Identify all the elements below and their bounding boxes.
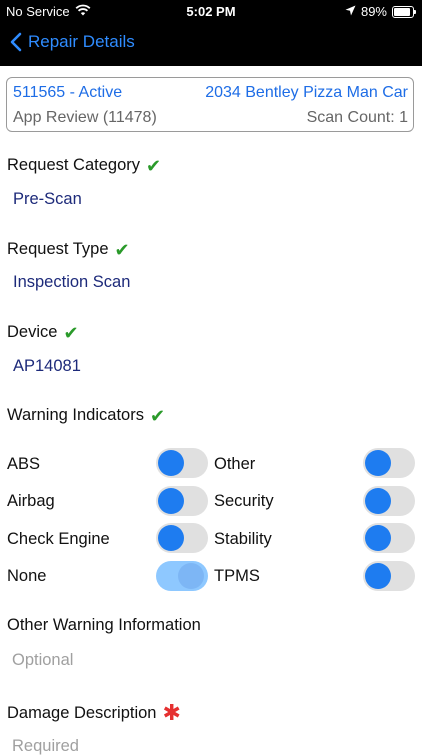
none-toggle[interactable]	[156, 561, 208, 591]
damage-description-input[interactable]: Required	[12, 737, 79, 756]
device-label: Device ✔	[7, 323, 79, 342]
request-category-title: Request Category	[7, 156, 140, 174]
back-button[interactable]: Repair Details	[10, 32, 135, 52]
battery-percent: 89%	[360, 4, 387, 19]
repair-summary-box: 511565 - Active 2034 Bentley Pizza Man C…	[6, 77, 414, 132]
device-title: Device	[7, 323, 58, 341]
back-label: Repair Details	[28, 32, 135, 51]
vehicle-name[interactable]: 2034 Bentley Pizza Man Car	[205, 84, 408, 102]
warning-indicators-label: Warning Indicators ✔	[7, 406, 165, 425]
request-type-label: Request Type ✔	[7, 240, 130, 259]
status-bar: No Service 5:02 PM 89%	[0, 0, 422, 22]
checkmark-icon: ✔	[146, 155, 162, 176]
stability-toggle[interactable]	[363, 523, 415, 553]
summary-top-row: 511565 - Active 2034 Bentley Pizza Man C…	[13, 84, 408, 102]
damage-description-title: Damage Description	[7, 703, 157, 722]
stability-label: Stability	[214, 530, 272, 548]
device-value[interactable]: AP14081	[13, 357, 81, 376]
tpms-toggle[interactable]	[363, 561, 415, 591]
app-review-text: App Review (11478)	[13, 109, 157, 126]
other-warning-label: Other Warning Information	[7, 616, 201, 635]
airbag-toggle[interactable]	[156, 486, 208, 516]
security-toggle[interactable]	[363, 486, 415, 516]
abs-label: ABS	[7, 455, 41, 473]
battery-icon	[392, 5, 416, 18]
check-engine-toggle[interactable]	[156, 523, 208, 553]
check-engine-label: Check Engine	[7, 530, 110, 548]
other-label: Other	[214, 455, 256, 473]
location-arrow-icon	[345, 4, 356, 19]
tpms-label: TPMS	[214, 567, 260, 585]
nav-bar: Repair Details	[0, 22, 422, 66]
warning-indicators-title: Warning Indicators	[7, 406, 144, 424]
repair-id-status[interactable]: 511565 - Active	[13, 84, 122, 102]
damage-description-label: Damage Description ✱	[7, 702, 181, 724]
other-toggle[interactable]	[363, 448, 415, 478]
other-warning-input[interactable]: Optional	[12, 651, 73, 670]
request-type-value[interactable]: Inspection Scan	[13, 273, 130, 292]
request-category-label: Request Category ✔	[7, 156, 161, 175]
checkmark-icon: ✔	[114, 239, 130, 260]
checkmark-icon: ✔	[63, 322, 79, 343]
required-asterisk-icon: ✱	[162, 700, 181, 725]
status-right: 89%	[345, 4, 416, 19]
summary-bottom-row: App Review (11478) Scan Count: 1	[13, 109, 408, 127]
checkmark-icon: ✔	[149, 405, 166, 426]
none-label: None	[7, 567, 47, 585]
request-category-value[interactable]: Pre-Scan	[13, 190, 82, 209]
chevron-left-icon	[10, 32, 22, 52]
request-type-title: Request Type	[7, 240, 109, 258]
scan-count-text: Scan Count: 1	[306, 109, 408, 126]
other-warning-title: Other Warning Information	[7, 616, 201, 634]
airbag-label: Airbag	[7, 492, 55, 510]
abs-toggle[interactable]	[156, 448, 208, 478]
security-label: Security	[214, 492, 274, 510]
